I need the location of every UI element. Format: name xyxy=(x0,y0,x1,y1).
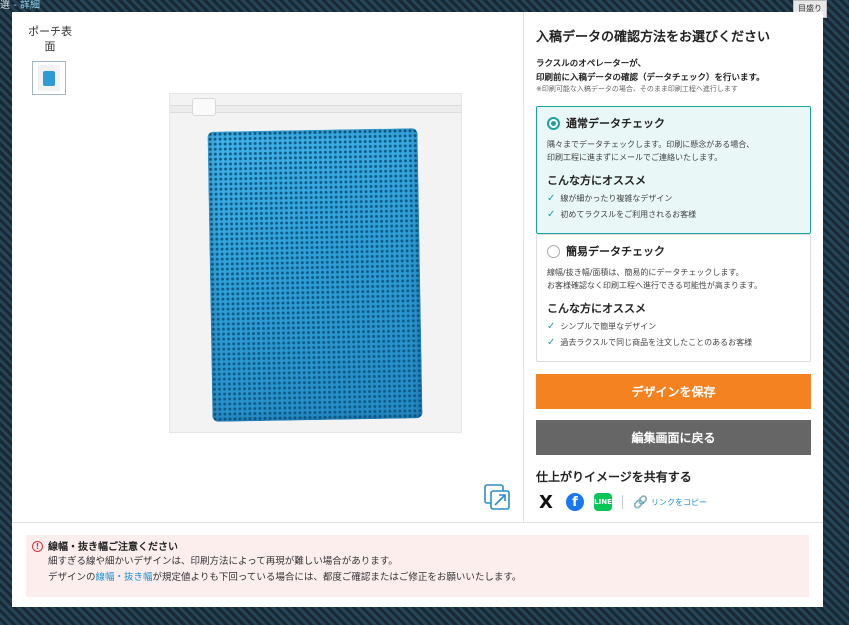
linewidth-link[interactable]: 線幅・抜き幅 xyxy=(96,572,153,583)
expand-icon[interactable] xyxy=(484,484,510,510)
option-simple-recommend-title: こんな方にオススメ xyxy=(547,302,646,315)
thumbnail-label: ポーチ表面 xyxy=(28,25,72,53)
preview-pane: ポーチ表面 xyxy=(12,12,524,522)
option-standard-check-item: ✓ 線が細かったり複雑なデザイン xyxy=(547,193,800,204)
modal-footer: ! 線幅・抜き幅ご注意ください 細すぎる線や細かいデザインは、印刷方法によって再… xyxy=(12,522,823,608)
option-standard-desc-line2: 印刷工程に進まずにメールでご連絡いたします。 xyxy=(547,153,723,162)
background-detail-link: - 詳細 xyxy=(13,0,40,11)
data-check-modal: ポーチ表面 入稿データの確認方法をお選びください ラクスルのオペレーターが、 印… xyxy=(12,12,823,607)
option-standard-desc: 隅々までデータチェックします。印刷に懸念がある場合、 印刷工程に進まずにメールで… xyxy=(547,138,800,164)
checkmark-icon: ✓ xyxy=(547,193,556,204)
option-simple-check[interactable]: 簡易データチェック 線幅/抜き幅/面積は、簡易的にデータチェックします。 お客様… xyxy=(536,234,811,362)
options-pane: 入稿データの確認方法をお選びください ラクスルのオペレーターが、 印刷前に入稿デ… xyxy=(524,12,823,522)
radio-standard-check[interactable] xyxy=(547,116,560,130)
facebook-share-icon[interactable]: f xyxy=(566,493,584,511)
back-to-editor-button[interactable]: 編集画面に戻る xyxy=(536,420,811,455)
panel-note: ※印刷可能な入稿データの場合、そのまま印刷工程へ進行します xyxy=(536,85,738,93)
checkmark-icon: ✓ xyxy=(547,337,556,348)
share-title: 仕上がりイメージを共有する xyxy=(536,470,692,484)
option-standard-title: 通常データチェック xyxy=(566,117,665,130)
option-simple-desc-line2: お客様確認なく印刷工程へ進行できる可能性が高まります。 xyxy=(547,281,763,290)
panel-title: 入稿データの確認方法をお選びください xyxy=(536,30,771,45)
share-row: X f LINE 🔗 リンクをコピー xyxy=(536,491,707,513)
towel-image xyxy=(207,128,423,422)
link-icon: 🔗 xyxy=(633,495,648,509)
option-standard-desc-line1: 隅々までデータチェックします。印刷に懸念がある場合、 xyxy=(547,140,755,149)
save-design-button[interactable]: デザインを保存 xyxy=(536,374,811,409)
radio-simple-check[interactable] xyxy=(547,244,560,258)
copy-link-label: リンクをコピー xyxy=(650,497,707,507)
option-simple-check-item: ✓ 過去ラクスルで同じ商品を注文したことのあるお客様 xyxy=(547,337,800,348)
option-simple-head: 簡易データチェック xyxy=(547,243,800,259)
option-simple-desc: 線幅/抜き幅/面積は、簡易的にデータチェックします。 お客様確認なく印刷工程へ進… xyxy=(547,266,800,292)
checkmark-icon: ✓ xyxy=(547,321,556,332)
panel-description: ラクスルのオペレーターが、 印刷前に入稿データの確認（データチェック）を行います… xyxy=(536,57,765,85)
line-share-icon[interactable]: LINE xyxy=(594,493,612,511)
x-share-icon[interactable]: X xyxy=(536,492,556,513)
bag-zipper-tab xyxy=(192,98,216,116)
option-simple-desc-line1: 線幅/抜き幅/面積は、簡易的にデータチェックします。 xyxy=(547,268,744,277)
linewidth-notice: ! 線幅・抜き幅ご注意ください 細すぎる線や細かいデザインは、印刷方法によって再… xyxy=(26,535,809,597)
option-standard-check[interactable]: 通常データチェック 隅々までデータチェックします。印刷に懸念がある場合、 印刷工… xyxy=(536,106,811,234)
notice-title: 線幅・抜き幅ご注意ください xyxy=(48,542,178,553)
share-divider xyxy=(622,495,623,509)
option-simple-check-item: ✓ シンプルで簡単なデザイン xyxy=(547,321,800,332)
option-standard-check-text: 初めてラクスルをご利用されるお客様 xyxy=(560,210,697,219)
background-breadcrumb: 選 - 詳細 xyxy=(0,0,40,11)
notice-line1: 細すぎる線や細かいデザインは、印刷方法によって再現が難しい場合があります。 xyxy=(48,556,398,567)
thumbnail-front[interactable] xyxy=(32,61,66,95)
notice-line2: デザインの線幅・抜き幅が規定値よりも下回っている場合には、都度ご確認またはご修正… xyxy=(48,570,801,586)
panel-description-line1: ラクスルのオペレーターが、 xyxy=(536,59,647,69)
notice-line2-text-end: が規定値よりも下回っている場合には、都度ご確認またはご修正をお願いいたします。 xyxy=(152,572,522,583)
option-simple-title: 簡易データチェック xyxy=(566,245,665,258)
product-preview-image xyxy=(169,93,462,433)
copy-link-button[interactable]: 🔗 リンクをコピー xyxy=(633,495,707,509)
option-standard-recommend-title: こんな方にオススメ xyxy=(547,174,646,187)
warning-icon: ! xyxy=(32,541,43,552)
option-standard-head: 通常データチェック xyxy=(547,115,800,131)
option-standard-check-text: 線が細かったり複雑なデザイン xyxy=(560,194,673,203)
thumbnail-image xyxy=(38,65,60,91)
option-simple-check-text: シンプルで簡単なデザイン xyxy=(560,322,657,331)
option-standard-check-item: ✓ 初めてラクスルをご利用されるお客様 xyxy=(547,209,800,220)
checkmark-icon: ✓ xyxy=(547,209,556,220)
notice-line2-text: デザインの xyxy=(48,572,96,583)
option-simple-check-text: 過去ラクスルで同じ商品を注文したことのあるお客様 xyxy=(560,338,753,347)
panel-description-line2: 印刷前に入稿データの確認（データチェック）を行います。 xyxy=(536,73,765,83)
